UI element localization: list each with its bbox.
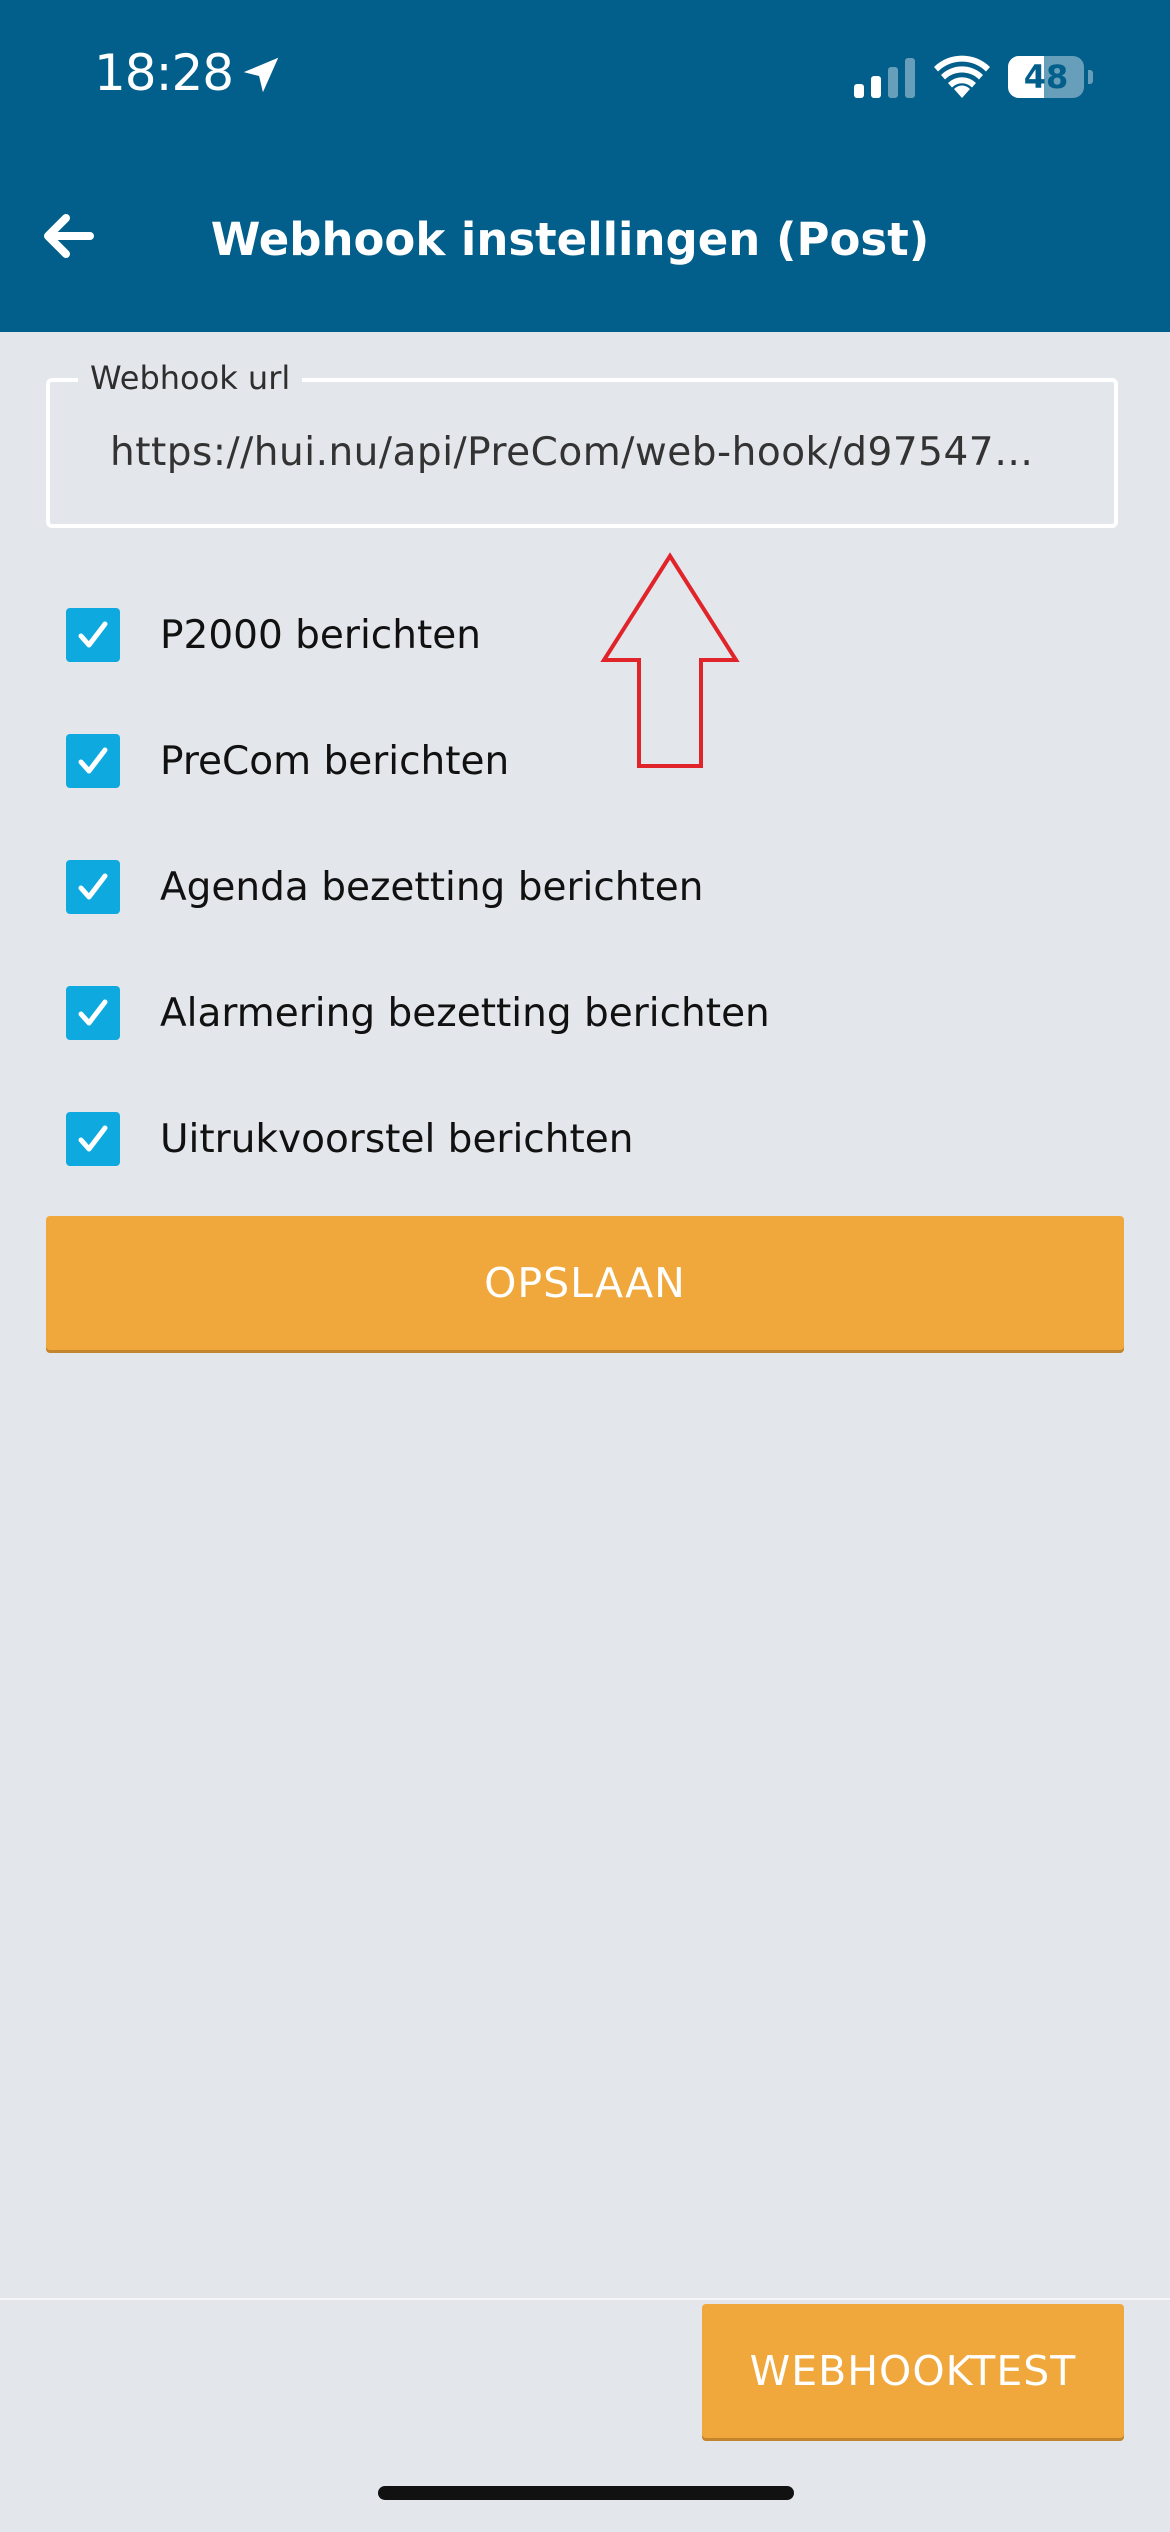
webhook-test-button[interactable]: WEBHOOKTEST xyxy=(702,2304,1124,2438)
checkbox-row-precom[interactable]: PreCom berichten xyxy=(66,731,1066,791)
footer-divider xyxy=(0,2298,1170,2300)
checkbox-precom[interactable] xyxy=(66,734,120,788)
checkbox-agenda[interactable] xyxy=(66,860,120,914)
checkbox-label-agenda: Agenda bezetting berichten xyxy=(160,864,704,910)
checkmark-icon xyxy=(78,621,108,648)
back-button[interactable] xyxy=(30,196,106,276)
checkmark-icon xyxy=(78,873,108,900)
checkbox-label-alarmering: Alarmering bezetting berichten xyxy=(160,990,770,1036)
battery-icon: 48 xyxy=(1008,56,1093,98)
checkbox-alarmering[interactable] xyxy=(66,986,120,1040)
home-indicator xyxy=(378,2486,794,2500)
battery-level: 48 xyxy=(1023,58,1069,96)
signal-icon xyxy=(854,58,915,98)
wifi-icon xyxy=(934,55,990,98)
status-time: 18:28 xyxy=(94,44,234,102)
checkbox-label-precom: PreCom berichten xyxy=(160,738,510,784)
arrow-left-icon xyxy=(44,214,94,258)
checkbox-label-uitrukvoorstel: Uitrukvoorstel berichten xyxy=(160,1116,634,1162)
checkbox-row-agenda[interactable]: Agenda bezetting berichten xyxy=(66,857,1066,917)
location-arrow-icon xyxy=(243,57,279,93)
checkbox-row-uitrukvoorstel[interactable]: Uitrukvoorstel berichten xyxy=(66,1109,1066,1169)
checkmark-icon xyxy=(78,1125,108,1152)
checkmark-icon xyxy=(78,747,108,774)
checkbox-p2000[interactable] xyxy=(66,608,120,662)
annotation-arrow-icon xyxy=(600,552,740,768)
checkbox-row-alarmering[interactable]: Alarmering bezetting berichten xyxy=(66,983,1066,1043)
page-title: Webhook instellingen (Post) xyxy=(210,213,930,266)
save-button[interactable]: OPSLAAN xyxy=(46,1216,1124,1350)
webhook-url-field[interactable]: Webhook url https://hui.nu/api/PreCom/we… xyxy=(46,358,1118,528)
webhook-url-input[interactable]: https://hui.nu/api/PreCom/web-hook/d9754… xyxy=(110,428,1090,478)
webhook-url-label: Webhook url xyxy=(78,358,303,398)
app-header: 18:28 48 Webhook instellingen (Post) xyxy=(0,0,1170,332)
checkmark-icon xyxy=(78,999,108,1026)
checkbox-row-p2000[interactable]: P2000 berichten xyxy=(66,605,1066,665)
checkbox-label-p2000: P2000 berichten xyxy=(160,612,481,658)
checkbox-uitrukvoorstel[interactable] xyxy=(66,1112,120,1166)
